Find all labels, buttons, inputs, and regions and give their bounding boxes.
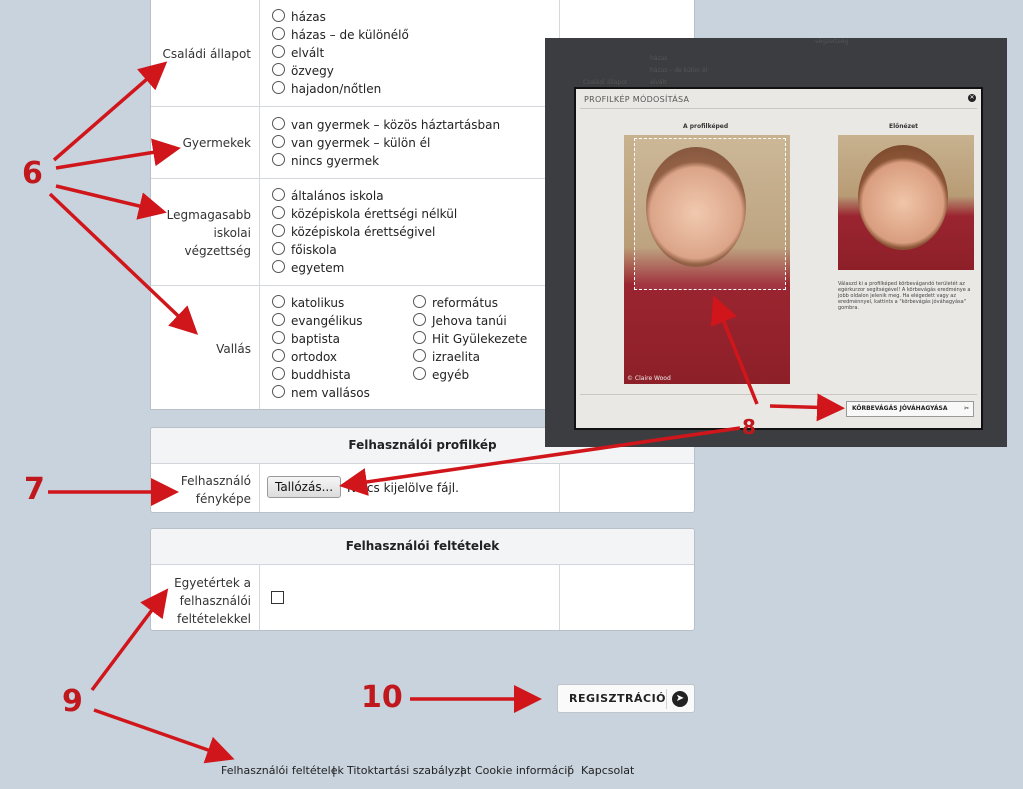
annotation-7: 7 xyxy=(24,472,45,507)
arrow-6-education xyxy=(55,184,167,220)
arrow-9-footer xyxy=(93,708,235,764)
annotation-10: 10 xyxy=(361,680,403,715)
arrow-6-children xyxy=(55,138,181,170)
annotation-6: 6 xyxy=(22,156,43,191)
arrow-8-browse xyxy=(339,426,741,496)
arrow-9-checkbox xyxy=(90,588,169,692)
arrow-8-confirm xyxy=(769,393,845,422)
arrow-6-marital xyxy=(52,61,168,162)
annotation-8: 8 xyxy=(742,415,756,439)
arrow-8-crop xyxy=(710,295,759,405)
arrow-6-religion xyxy=(48,192,199,335)
annotation-9: 9 xyxy=(62,684,83,719)
annotation-arrows xyxy=(48,61,845,764)
